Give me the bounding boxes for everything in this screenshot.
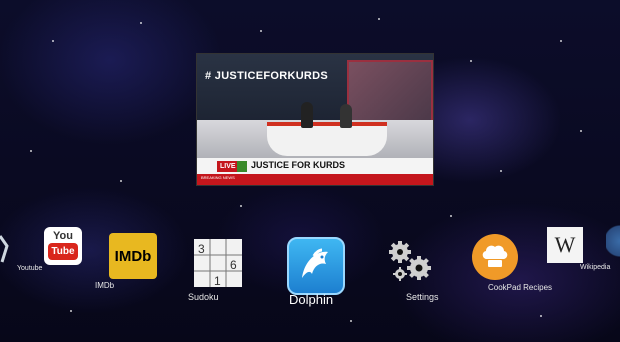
app-label-settings: Settings bbox=[406, 292, 439, 302]
channel-logo-icon bbox=[237, 161, 247, 172]
partial-globe-icon bbox=[606, 218, 620, 264]
app-label-sudoku: Sudoku bbox=[188, 292, 219, 302]
app-label-wikipedia: Wikipedia bbox=[580, 264, 611, 271]
star bbox=[350, 320, 352, 322]
anchor-figure bbox=[301, 102, 313, 128]
studio-screen bbox=[347, 60, 433, 128]
app-label-youtube: Youtube bbox=[17, 265, 43, 272]
imdb-icon-text: IMDb bbox=[114, 247, 152, 265]
partial-app-icon bbox=[0, 235, 9, 263]
sudoku-digit: 6 bbox=[230, 258, 237, 272]
youtube-icon[interactable]: You Tube bbox=[44, 227, 82, 265]
star bbox=[470, 60, 472, 62]
star bbox=[540, 315, 542, 317]
sudoku-digit: 3 bbox=[198, 242, 205, 256]
live-badge: LIVE bbox=[217, 161, 239, 172]
gears-graphic bbox=[389, 241, 431, 281]
ticker-headline: JUSTICE FOR KURDS bbox=[251, 160, 346, 170]
chef-hat-graphic bbox=[482, 245, 508, 267]
preview-hashtag: # JUSTICEFORKURDS bbox=[205, 70, 329, 82]
guest-figure bbox=[340, 104, 352, 128]
sudoku-digit: 1 bbox=[214, 274, 221, 287]
dolphin-graphic bbox=[302, 248, 328, 278]
star bbox=[560, 40, 562, 42]
star bbox=[450, 215, 452, 217]
video-preview[interactable]: # JUSTICEFORKURDS LIVE JUSTICE FOR KURDS… bbox=[196, 53, 434, 186]
sudoku-grid-icon[interactable]: 3 6 1 bbox=[194, 239, 242, 287]
star bbox=[120, 180, 122, 182]
wikipedia-icon-text: W bbox=[554, 232, 576, 257]
star bbox=[240, 205, 242, 207]
gears-icon[interactable] bbox=[388, 240, 434, 284]
star bbox=[70, 310, 72, 312]
star bbox=[378, 18, 380, 20]
chef-hat-icon[interactable] bbox=[472, 234, 518, 280]
imdb-icon[interactable]: IMDb bbox=[109, 233, 157, 279]
home-screen: # JUSTICEFORKURDS LIVE JUSTICE FOR KURDS… bbox=[0, 0, 620, 342]
star bbox=[30, 150, 32, 152]
star bbox=[260, 30, 262, 32]
dolphin-icon[interactable] bbox=[287, 237, 345, 295]
youtube-icon-you: You bbox=[53, 230, 73, 242]
app-label-imdb: IMDb bbox=[95, 281, 115, 290]
star bbox=[140, 22, 142, 24]
wikipedia-icon[interactable]: W bbox=[547, 227, 583, 263]
youtube-icon-tube: Tube bbox=[48, 243, 78, 260]
ticker-strap-text: BREAKING NEWS bbox=[201, 175, 235, 180]
app-label-dolphin: Dolphin bbox=[289, 292, 334, 307]
star bbox=[580, 130, 582, 132]
app-label-cookpad: CookPad Recipes bbox=[488, 283, 553, 292]
star bbox=[500, 170, 502, 172]
sudoku-grid-graphic: 3 6 1 bbox=[194, 239, 242, 287]
news-desk bbox=[267, 122, 387, 156]
star bbox=[52, 40, 54, 42]
